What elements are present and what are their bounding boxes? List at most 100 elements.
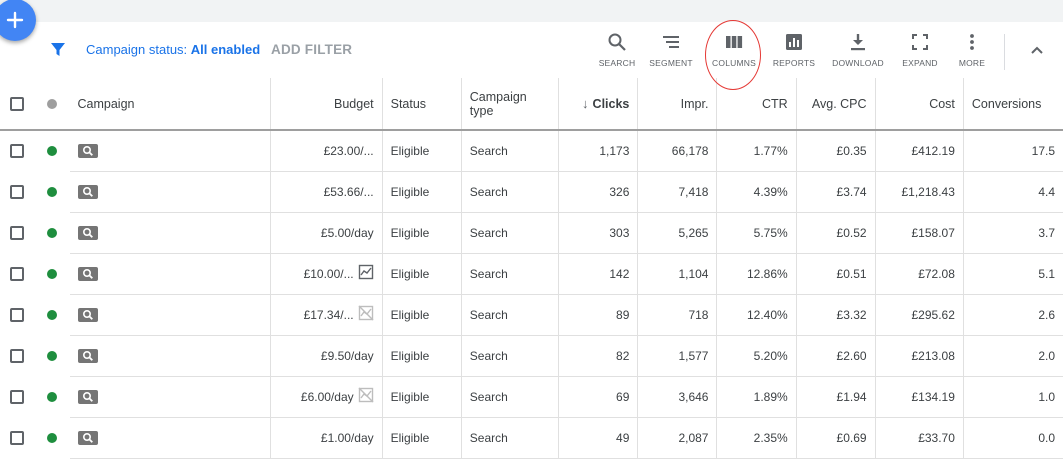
table-row[interactable]: £9.50/day Eligible Search 82 1,577 5.20%… xyxy=(0,335,1063,377)
table-row[interactable]: £5.00/day Eligible Search 303 5,265 5.75… xyxy=(0,212,1063,254)
expand-icon xyxy=(912,34,928,50)
filter-bar: Campaign status: All enabled ADD FILTER … xyxy=(0,22,1063,78)
enabled-status-dot-icon[interactable] xyxy=(47,146,58,156)
status-filter-dot-icon[interactable] xyxy=(47,98,58,109)
budget-column-header[interactable]: Budget xyxy=(270,78,383,131)
trend-chart-icon[interactable] xyxy=(358,264,374,283)
campaign-cell xyxy=(69,171,272,213)
avg-cpc-cell: £0.69 xyxy=(796,417,876,459)
budget-cell[interactable]: £53.66/... xyxy=(270,171,383,213)
budget-cell[interactable]: £17.34/... xyxy=(270,294,383,336)
row-status-cell xyxy=(35,376,70,417)
campaign-status-filter[interactable]: Campaign status: All enabled xyxy=(86,42,260,57)
budget-value: £10.00/... xyxy=(303,266,354,281)
download-label: DOWNLOAD xyxy=(832,58,884,68)
row-status-cell xyxy=(35,294,70,335)
segment-button[interactable]: SEGMENT xyxy=(641,32,701,68)
row-checkbox[interactable] xyxy=(10,389,25,404)
row-checkbox[interactable] xyxy=(10,430,25,445)
enabled-status-dot-icon[interactable] xyxy=(47,227,58,238)
search-button[interactable]: SEARCH xyxy=(587,32,647,68)
table-row[interactable]: £6.00/day Eligible Search 69 3,646 1.89%… xyxy=(0,376,1063,418)
ctr-cell: 12.40% xyxy=(716,294,797,336)
ctr-cell: 5.20% xyxy=(716,335,797,377)
plus-icon xyxy=(6,11,24,29)
avg-cpc-column-header[interactable]: Avg. CPC xyxy=(796,78,876,131)
row-checkbox[interactable] xyxy=(10,225,25,240)
row-checkbox[interactable] xyxy=(10,266,25,281)
row-select-cell xyxy=(0,376,35,417)
campaign-type-column-header[interactable]: Campaign type xyxy=(461,78,559,131)
campaign-cell xyxy=(69,417,272,459)
campaign-cell xyxy=(69,253,272,295)
budget-cell[interactable]: £10.00/... xyxy=(270,253,383,295)
table-row[interactable]: £23.00/... Eligible Search 1,173 66,178 … xyxy=(0,130,1063,172)
budget-cell[interactable]: £1.00/day xyxy=(270,417,383,459)
impr-cell: 718 xyxy=(637,294,718,336)
row-checkbox[interactable] xyxy=(10,144,25,158)
row-select-cell xyxy=(0,294,35,335)
campaign-column-header[interactable]: Campaign xyxy=(69,78,272,131)
row-select-cell xyxy=(0,171,35,212)
cost-column-header[interactable]: Cost xyxy=(875,78,964,131)
status-cell: Eligible xyxy=(382,376,462,418)
filter-icon[interactable] xyxy=(50,41,66,62)
conversions-cell: 4.4 xyxy=(963,171,1063,213)
more-button[interactable]: MORE xyxy=(942,32,1002,68)
add-filter-button[interactable]: ADD FILTER xyxy=(271,42,352,57)
reports-button[interactable]: REPORTS xyxy=(764,32,824,68)
enabled-status-dot-icon[interactable] xyxy=(47,268,58,279)
avg-cpc-cell: £0.52 xyxy=(796,212,876,254)
row-checkbox[interactable] xyxy=(10,348,25,363)
campaigns-table: Campaign Budget Status Campaign type ↓ Cl… xyxy=(0,78,1063,459)
reports-label: REPORTS xyxy=(772,58,816,68)
budget-cell[interactable]: £9.50/day xyxy=(270,335,383,377)
row-status-cell xyxy=(35,130,70,171)
impr-cell: 2,087 xyxy=(637,417,718,459)
clicks-column-header[interactable]: ↓ Clicks xyxy=(558,78,639,131)
impr-cell: 1,104 xyxy=(637,253,718,295)
cost-cell: £134.19 xyxy=(875,376,964,418)
table-row[interactable]: £1.00/day Eligible Search 49 2,087 2.35%… xyxy=(0,417,1063,459)
table-row[interactable]: £53.66/... Eligible Search 326 7,418 4.3… xyxy=(0,171,1063,213)
table-row[interactable]: £10.00/... Eligible Search 142 1,104 12.… xyxy=(0,253,1063,295)
status-filter-prefix: Campaign status: xyxy=(86,42,191,57)
impr-cell: 3,646 xyxy=(637,376,718,418)
budget-value: £23.00/... xyxy=(323,143,374,158)
campaign-cell xyxy=(69,130,272,172)
enabled-status-dot-icon[interactable] xyxy=(47,432,58,443)
avg-cpc-cell: £3.74 xyxy=(796,171,876,213)
table-row[interactable]: £17.34/... Eligible Search 89 718 12.40%… xyxy=(0,294,1063,336)
ctr-cell: 12.86% xyxy=(716,253,797,295)
status-column-header[interactable]: Status xyxy=(382,78,462,131)
budget-cell[interactable]: £23.00/... xyxy=(270,130,383,172)
search-campaign-icon xyxy=(77,266,98,281)
enabled-status-dot-icon[interactable] xyxy=(47,350,58,361)
campaign-type-cell: Search xyxy=(461,417,559,459)
trend-off-icon[interactable] xyxy=(358,305,374,324)
trend-off-icon[interactable] xyxy=(358,387,374,406)
impr-column-header[interactable]: Impr. xyxy=(637,78,718,131)
budget-cell[interactable]: £5.00/day xyxy=(270,212,383,254)
row-checkbox[interactable] xyxy=(10,184,25,199)
columns-label: COLUMNS xyxy=(712,58,756,68)
status-cell: Eligible xyxy=(382,335,462,377)
status-cell: Eligible xyxy=(382,253,462,295)
cost-cell: £213.08 xyxy=(875,335,964,377)
enabled-status-dot-icon[interactable] xyxy=(47,186,58,197)
columns-button[interactable]: COLUMNS xyxy=(704,32,764,68)
expand-button[interactable]: EXPAND xyxy=(890,32,950,68)
enabled-status-dot-icon[interactable] xyxy=(47,309,58,320)
enabled-status-dot-icon[interactable] xyxy=(47,391,58,402)
collapse-button[interactable] xyxy=(1027,40,1047,65)
download-button[interactable]: DOWNLOAD xyxy=(828,32,888,68)
ctr-column-header[interactable]: CTR xyxy=(716,78,797,131)
conversions-column-header[interactable]: Conversions xyxy=(963,78,1063,131)
row-checkbox[interactable] xyxy=(10,307,25,322)
campaign-type-cell: Search xyxy=(461,171,559,213)
select-all-checkbox[interactable] xyxy=(10,96,25,111)
cost-cell: £412.19 xyxy=(875,130,964,172)
impr-cell: 1,577 xyxy=(637,335,718,377)
select-all-header xyxy=(0,78,35,131)
budget-cell[interactable]: £6.00/day xyxy=(270,376,383,418)
